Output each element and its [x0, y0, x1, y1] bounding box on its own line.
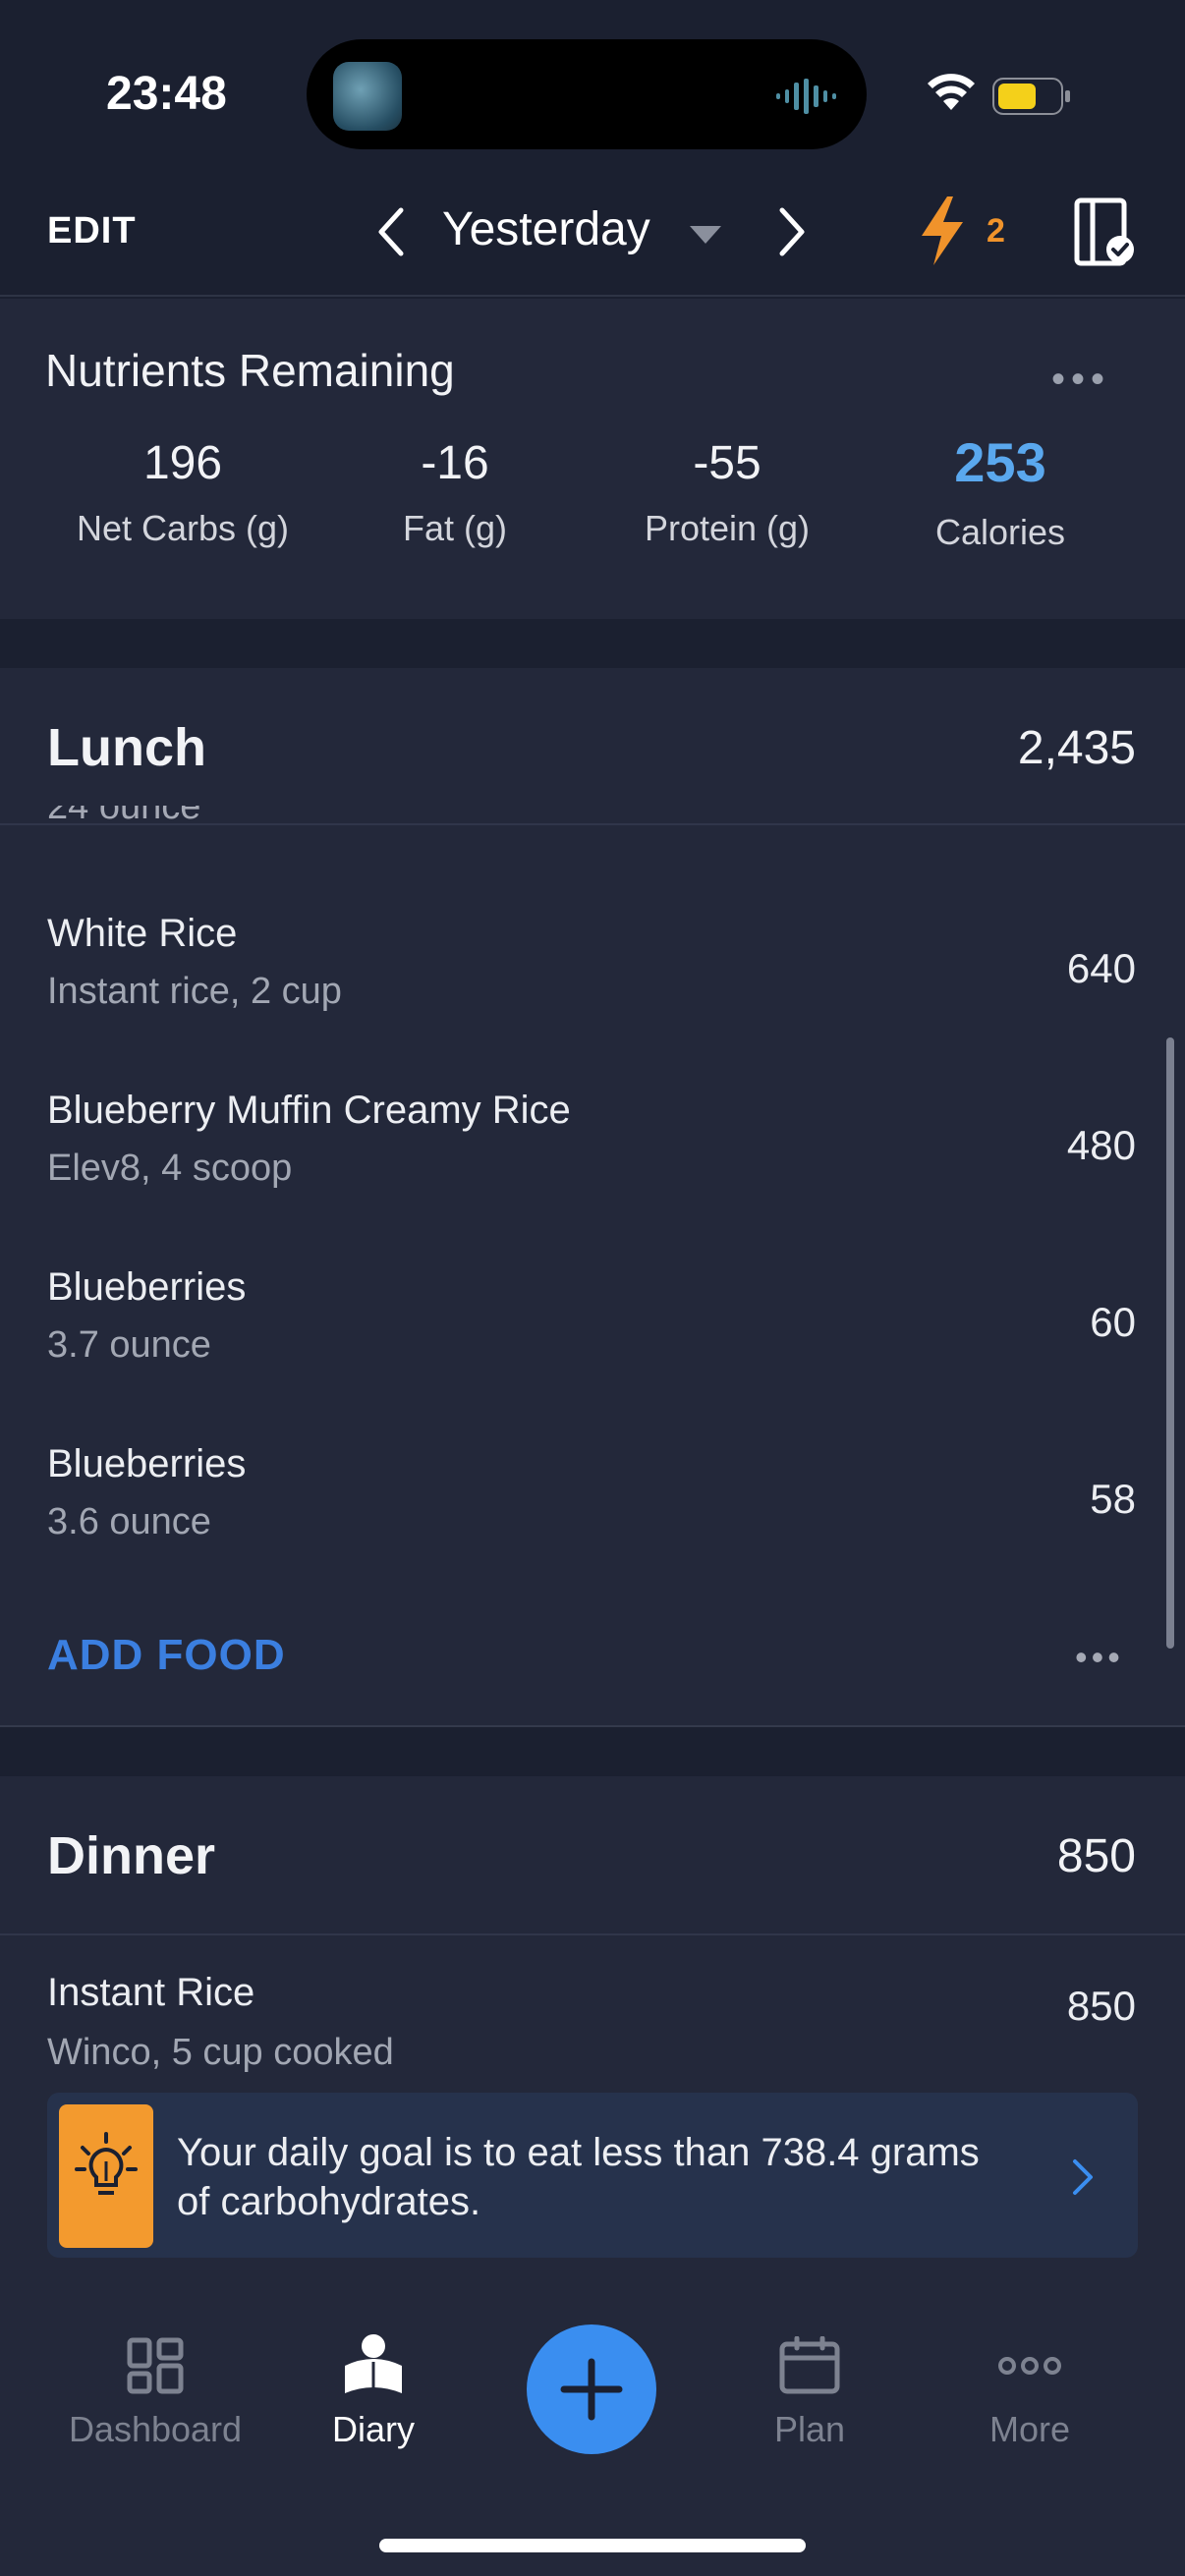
dinner-total: 850 — [1056, 1830, 1136, 1882]
food-detail: 24 ounce — [47, 806, 201, 827]
divider — [0, 1933, 1185, 1935]
food-detail: Winco, 5 cup cooked — [47, 2032, 394, 2073]
food-name: Blueberry Muffin Creamy Rice — [47, 1089, 571, 1132]
nutrients-more-button[interactable]: ••• — [1051, 358, 1110, 402]
nutrients-title: Nutrients Remaining — [45, 345, 455, 396]
plus-icon — [560, 2358, 623, 2421]
tab-plan[interactable]: Plan — [702, 2336, 918, 2450]
home-indicator[interactable] — [379, 2539, 806, 2552]
tab-label: Dashboard — [68, 2409, 243, 2449]
audio-wave-icon — [776, 79, 836, 114]
food-detail: 3.7 ounce — [47, 1324, 211, 1366]
status-time: 23:48 — [106, 68, 227, 120]
food-name: White Rice — [47, 912, 238, 955]
battery-icon — [992, 78, 1070, 115]
nutrient-value: -16 — [421, 437, 489, 489]
chevron-left-icon[interactable] — [371, 204, 411, 259]
diary-icon — [345, 2334, 402, 2393]
tab-label: Diary — [331, 2409, 415, 2449]
calendar-icon — [779, 2336, 840, 2394]
tab-label: Plan — [773, 2409, 846, 2449]
nutrient-value: -55 — [693, 437, 762, 489]
nutrient-protein: -55 Protein (g) — [580, 436, 875, 549]
nutrient-net-carbs: 196 Net Carbs (g) — [35, 436, 330, 549]
more-icon — [998, 2357, 1061, 2375]
edit-button[interactable]: EDIT — [47, 210, 137, 252]
day-selector[interactable]: Yesterday — [442, 202, 650, 256]
food-name: Instant Rice — [47, 1971, 255, 2014]
streak-count[interactable]: 2 — [987, 212, 1005, 251]
food-detail: Elev8, 4 scoop — [47, 1148, 293, 1189]
lunch-more-button[interactable]: ••• — [1075, 1637, 1124, 1678]
chevron-right-icon[interactable] — [772, 204, 812, 259]
nutrient-fat: -16 Fat (g) — [308, 436, 602, 549]
food-calories: 60 — [1090, 1299, 1136, 1345]
log-complete-icon[interactable] — [1073, 196, 1136, 267]
nutrient-label: Protein (g) — [644, 508, 811, 548]
tab-label: More — [988, 2409, 1071, 2449]
lightbulb-icon — [59, 2104, 153, 2248]
tab-dashboard[interactable]: Dashboard — [47, 2336, 263, 2450]
food-calories: 850 — [1066, 1983, 1136, 2029]
scrollbar[interactable] — [1166, 1037, 1174, 1649]
caret-down-icon[interactable] — [688, 224, 723, 246]
food-name: Blueberries — [47, 1265, 247, 1309]
nutrient-value: 196 — [142, 437, 223, 489]
tab-more[interactable]: More — [922, 2336, 1138, 2450]
dashboard-icon — [127, 2337, 184, 2394]
nutrient-calories: 253 Calories — [853, 430, 1148, 553]
add-food-button[interactable]: ADD FOOD — [47, 1631, 286, 1680]
food-calories: 640 — [1066, 945, 1136, 991]
dinner-title[interactable]: Dinner — [47, 1825, 215, 1886]
streak-bolt-icon[interactable] — [916, 195, 969, 267]
food-detail: 3.6 ounce — [47, 1501, 211, 1542]
goal-tip-text: Your daily goal is to eat less than 738.… — [177, 2131, 980, 2223]
food-name: Blueberries — [47, 1442, 247, 1485]
nutrient-label: Calories — [934, 512, 1066, 552]
wifi-icon — [928, 74, 975, 110]
lunch-total: 2,435 — [1017, 722, 1136, 774]
food-calories: 480 — [1066, 1122, 1136, 1168]
nutrient-label: Fat (g) — [402, 508, 507, 548]
now-playing-thumbnail[interactable] — [333, 62, 402, 131]
nutrient-label: Net Carbs (g) — [76, 508, 290, 548]
chevron-right-icon[interactable] — [1067, 2157, 1097, 2197]
add-entry-button[interactable] — [527, 2324, 656, 2454]
nutrient-value: 253 — [954, 431, 1046, 493]
tab-diary[interactable]: Diary — [265, 2332, 481, 2450]
lunch-title[interactable]: Lunch — [47, 717, 206, 778]
food-detail: Instant rice, 2 cup — [47, 971, 342, 1012]
clipped-food-detail: 24 ounce — [47, 806, 200, 837]
food-calories: 58 — [1090, 1476, 1136, 1522]
